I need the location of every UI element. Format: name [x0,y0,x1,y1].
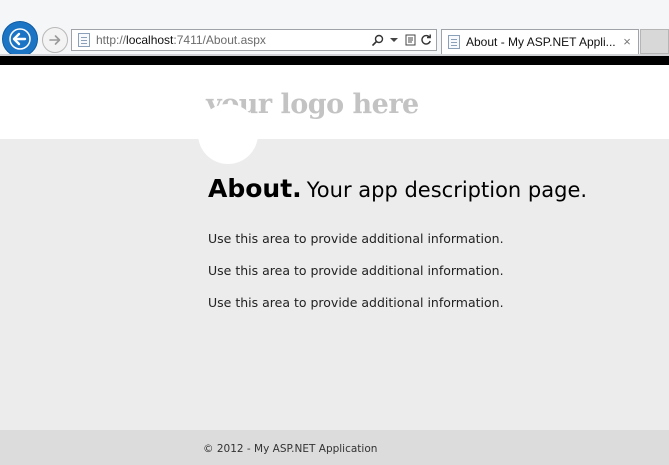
page-subtitle: Your app description page. [306,178,588,202]
back-arrow-icon [9,28,31,50]
dropdown-icon [390,38,398,42]
page-title: About. Your app description page. [208,174,587,203]
page-icon [78,33,90,47]
browser-chrome: http://localhost:7411/About.aspx About -… [0,0,669,57]
compatibility-view-icon [405,34,415,46]
tab-title: About - My ASP.NET Appli... [466,35,616,49]
address-bar-tools [372,32,432,48]
search-icon [372,34,384,46]
copyright-text: © 2012 - My ASP.NET Application [203,443,378,455]
back-button[interactable] [2,21,38,57]
close-icon[interactable]: × [621,35,633,49]
content-paragraph: Use this area to provide additional info… [208,263,504,278]
header-circle-decoration [198,104,258,164]
url-text[interactable]: http://localhost:7411/About.aspx [96,33,266,47]
refresh-button[interactable] [420,32,432,48]
compatibility-view-button[interactable] [404,32,416,48]
forward-button[interactable] [42,27,68,53]
browser-tab[interactable]: About - My ASP.NET Appli... × [441,29,639,54]
content-paragraph: Use this area to provide additional info… [208,295,504,310]
address-bar[interactable]: http://localhost:7411/About.aspx [71,29,437,51]
page-title-heading: About. [208,174,302,203]
site-header: your logo here [0,65,669,139]
search-button[interactable] [372,32,384,48]
new-tab-button[interactable] [640,29,669,54]
tab-page-icon [448,35,460,49]
refresh-icon [421,34,431,45]
site-footer: © 2012 - My ASP.NET Application [0,430,669,465]
top-bar [0,56,669,65]
content-paragraph: Use this area to provide additional info… [208,231,504,246]
dropdown-button[interactable] [388,32,400,48]
forward-arrow-icon [49,35,61,45]
